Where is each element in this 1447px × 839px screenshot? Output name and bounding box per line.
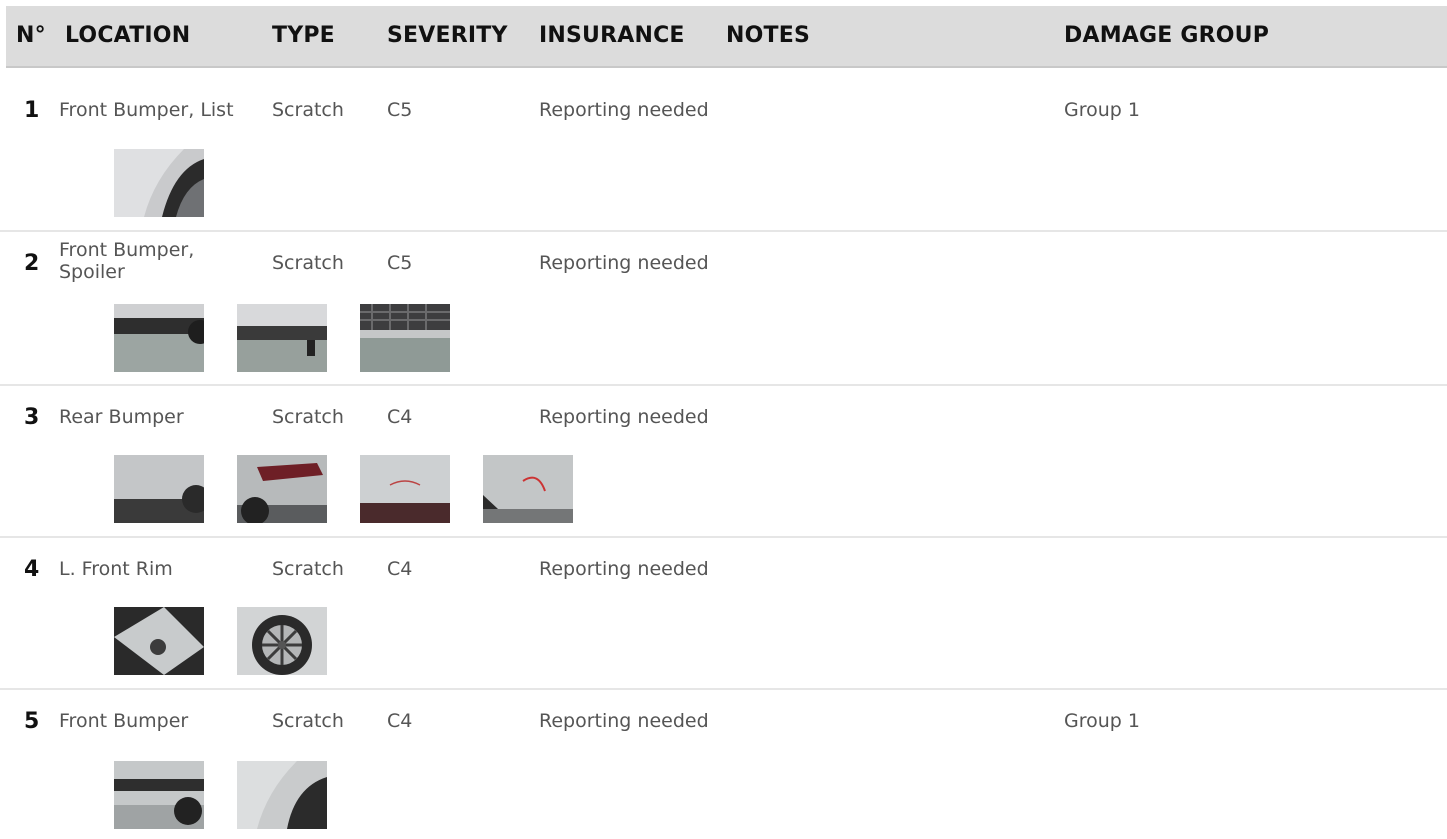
photo-strip — [114, 455, 573, 523]
row-severity: C4 — [387, 710, 413, 732]
row-severity: C5 — [387, 252, 413, 274]
row-damage-group: Group 1 — [1064, 99, 1140, 121]
damage-photo[interactable] — [114, 304, 204, 372]
header-damage-group: DAMAGE GROUP — [1064, 23, 1270, 48]
damage-photo[interactable] — [360, 455, 450, 523]
damage-photo[interactable] — [237, 455, 327, 523]
row-number: 5 — [24, 709, 40, 734]
row-damage-group: Group 1 — [1064, 710, 1140, 732]
table-row[interactable]: 1 Front Bumper, List Scratch C5 Reportin… — [0, 79, 1447, 231]
row-number: 1 — [24, 98, 40, 123]
damage-photo[interactable] — [483, 455, 573, 523]
header-number: N° — [16, 23, 46, 48]
header-type: TYPE — [272, 23, 335, 48]
damage-photo[interactable] — [237, 304, 327, 372]
header-location: LOCATION — [65, 23, 191, 48]
row-number: 4 — [24, 557, 40, 582]
row-type: Scratch — [272, 252, 344, 274]
damage-photo[interactable] — [114, 761, 204, 829]
row-insurance: Reporting needed — [539, 406, 709, 428]
row-severity: C4 — [387, 406, 413, 428]
row-type: Scratch — [272, 99, 344, 121]
row-location: L. Front Rim — [59, 558, 173, 580]
photo-strip — [114, 761, 327, 829]
row-location: Front Bumper — [59, 710, 189, 732]
header-severity: SEVERITY — [387, 23, 508, 48]
table-row[interactable]: 2 Front Bumper, Spoiler Scratch C5 Repor… — [0, 230, 1447, 382]
photo-strip — [114, 607, 327, 675]
damage-photo[interactable] — [237, 607, 327, 675]
damage-photo[interactable] — [237, 761, 327, 829]
damage-photo[interactable] — [360, 304, 450, 372]
damage-photo[interactable] — [114, 455, 204, 523]
row-insurance: Reporting needed — [539, 99, 709, 121]
table-header: N° LOCATION TYPE SEVERITY INSURANCE NOTE… — [6, 6, 1447, 68]
row-type: Scratch — [272, 558, 344, 580]
header-insurance: INSURANCE — [539, 23, 685, 48]
photo-strip — [114, 304, 450, 372]
damage-photo[interactable] — [114, 607, 204, 675]
row-severity: C4 — [387, 558, 413, 580]
table-row[interactable]: 5 Front Bumper Scratch C4 Reporting need… — [0, 688, 1447, 839]
row-location: Front Bumper, Spoiler — [59, 239, 195, 283]
table-row[interactable]: 3 Rear Bumper Scratch C4 Reporting neede… — [0, 384, 1447, 536]
table-row[interactable]: 4 L. Front Rim Scratch C4 Reporting need… — [0, 536, 1447, 688]
row-insurance: Reporting needed — [539, 252, 709, 274]
row-severity: C5 — [387, 99, 413, 121]
row-number: 3 — [24, 405, 40, 430]
row-insurance: Reporting needed — [539, 710, 709, 732]
row-insurance: Reporting needed — [539, 558, 709, 580]
row-number: 2 — [24, 251, 40, 276]
row-type: Scratch — [272, 406, 344, 428]
row-location: Front Bumper, List — [59, 99, 234, 121]
row-type: Scratch — [272, 710, 344, 732]
header-notes: NOTES — [726, 23, 810, 48]
damage-photo[interactable] — [114, 149, 204, 217]
photo-strip — [114, 149, 204, 217]
row-location: Rear Bumper — [59, 406, 184, 428]
